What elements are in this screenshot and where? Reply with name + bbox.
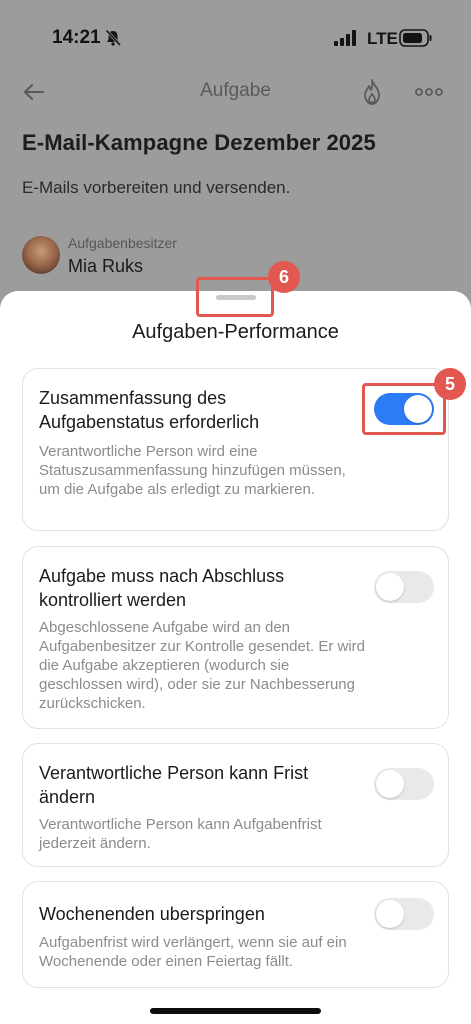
task-title: E-Mail-Kampagne Dezember 2025 bbox=[22, 130, 376, 155]
toggle-knob bbox=[376, 900, 404, 928]
option-title: Zusammenfassung des Aufgabenstatus erfor… bbox=[39, 388, 260, 432]
option-title: Verantwortliche Person kann Frist ändern bbox=[39, 763, 309, 807]
toggle-knob bbox=[376, 573, 404, 601]
option-card-deadline-change: Verantwortliche Person kann Frist ändern… bbox=[22, 743, 449, 867]
option-description: Verantwortliche Person kann Aufgabenfris… bbox=[39, 816, 322, 852]
task-description: E-Mails vorbereiten und versenden. bbox=[22, 178, 291, 197]
avatar[interactable] bbox=[22, 236, 60, 274]
toggle-review[interactable] bbox=[374, 571, 434, 603]
option-card-skip-weekends: Wochenenden uberspringen Aufgabenfrist w… bbox=[22, 881, 449, 988]
more-icon[interactable] bbox=[415, 82, 443, 102]
grabber-highlight bbox=[196, 277, 274, 317]
home-indicator[interactable] bbox=[150, 1008, 321, 1014]
network-label: LTE bbox=[367, 29, 398, 48]
toggle-knob bbox=[376, 770, 404, 798]
option-card-review: Aufgabe muss nach Abschluss kontrolliert… bbox=[22, 546, 449, 729]
toggle-skip-weekends[interactable] bbox=[374, 898, 434, 930]
status-bar: 14:21 LTE bbox=[0, 0, 471, 74]
sheet-title: Aufgaben-Performance bbox=[132, 321, 339, 343]
option-description: Verantwortliche Person wird eine Statusz… bbox=[39, 443, 346, 498]
step-badge-6: 6 bbox=[268, 261, 300, 293]
option-description: Aufgabenfrist wird verlängert, wenn sie … bbox=[39, 934, 347, 970]
nav-title: Aufgabe bbox=[200, 80, 271, 101]
toggle-deadline-change[interactable] bbox=[374, 768, 434, 800]
option-description: Abgeschlossene Aufgabe wird an den Aufga… bbox=[39, 619, 366, 712]
toggle-highlight bbox=[362, 383, 446, 435]
signal-icon bbox=[334, 30, 356, 46]
owner-label: Aufgabenbesitzer bbox=[68, 235, 177, 251]
step-badge-5: 5 bbox=[434, 368, 466, 400]
status-time: 14:21 bbox=[52, 27, 101, 48]
flame-icon[interactable] bbox=[360, 78, 384, 106]
owner-name[interactable]: Mia Ruks bbox=[68, 256, 143, 277]
nav-bar: Aufgabe bbox=[0, 74, 471, 110]
option-title: Aufgabe muss nach Abschluss kontrolliert… bbox=[39, 566, 285, 610]
bell-slash-icon bbox=[105, 29, 122, 47]
option-title: Wochenenden uberspringen bbox=[39, 904, 265, 924]
battery-icon bbox=[399, 29, 432, 47]
